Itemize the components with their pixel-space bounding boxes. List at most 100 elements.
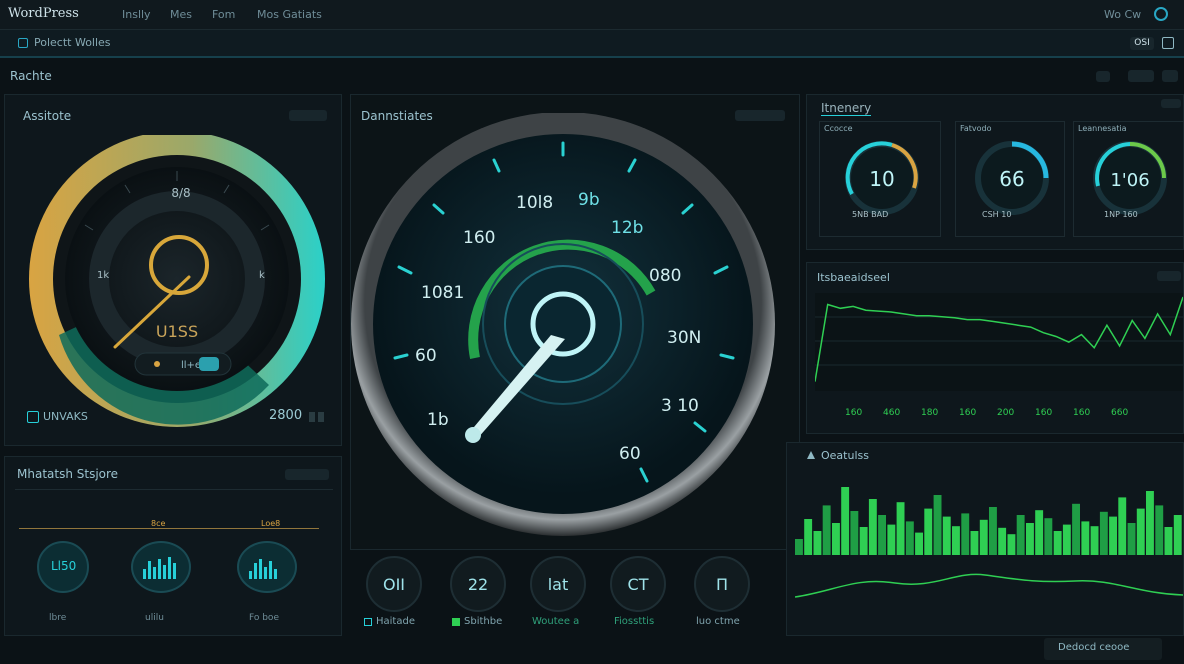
- stat-2-bars: [143, 557, 181, 579]
- speedometer-panel: Dannstiates 10l8 9b 12b 160 080 1081 30N…: [350, 94, 800, 550]
- left-gauge-panel: Assitote 8/8 1k k U1SS ll+e UNVAKS 2800: [4, 94, 342, 446]
- minimize-button[interactable]: [1096, 71, 1110, 82]
- bar-chart-bar: [915, 532, 923, 555]
- bar-chart-bar: [924, 508, 933, 555]
- bar-chart-bar: [1118, 497, 1127, 555]
- mini-gauge-3-label: Leannesatia: [1078, 124, 1127, 133]
- gold-divider: [19, 528, 319, 529]
- left-gauge-side-right: k: [259, 270, 265, 281]
- stat-2-circle[interactable]: [131, 541, 191, 593]
- mini-gauge-2-label: Fatvodo: [960, 124, 992, 133]
- app-logo[interactable]: WordPress: [8, 6, 79, 21]
- bar-chart-bar: [979, 519, 988, 555]
- stat-3-bars: [249, 557, 287, 579]
- mini-gauge-1-sub: 5NB BAD: [852, 210, 889, 219]
- page-subtitle: Polectt Wolles: [34, 36, 111, 49]
- bottom-button-3-caption: Woutee a: [532, 616, 580, 627]
- stat-2-sub-label: ulilu: [145, 613, 164, 623]
- bar-chart-bar: [942, 516, 951, 555]
- left-gauge-badge: ll+e: [181, 360, 201, 371]
- stat-1-circle[interactable]: Ll50: [37, 541, 89, 593]
- nav-item-4[interactable]: Mos Gatiats: [257, 8, 322, 21]
- mini-gauge-2-sub: CSH 10: [982, 210, 1012, 219]
- bar-chart-bar: [868, 499, 877, 555]
- section-title: Rachte: [10, 69, 52, 83]
- bar-chart-bar: [1053, 531, 1062, 555]
- speedometer-gauge: 10l8 9b 12b 160 080 1081 30N 60 3 10 1b …: [351, 113, 775, 536]
- stat-3-circle[interactable]: [237, 541, 297, 593]
- user-label[interactable]: Wo Cw: [1104, 8, 1141, 21]
- line-chart-x-label: 660: [1111, 408, 1128, 418]
- bar-chart-bar: [1155, 505, 1164, 555]
- bottom-button-row: OII 22 lat CT П Haitade Sbithbe Woutee a…: [356, 554, 776, 636]
- stat-1-sub-label: lbre: [49, 613, 67, 623]
- line-chart-title: Itsbaeaidseel: [817, 271, 890, 284]
- mini-gauges-title: Itnenery: [821, 101, 872, 116]
- mini-gauge-3-sub: 1NP 160: [1104, 210, 1138, 219]
- bottom-button-2[interactable]: 22: [450, 556, 506, 612]
- bar-chart-bar: [795, 539, 803, 555]
- bottom-button-4-label: CT: [627, 575, 649, 594]
- tick-label-9: 1b: [427, 410, 449, 430]
- bar-chart-bar: [1062, 524, 1071, 555]
- bottom-button-5[interactable]: П: [694, 556, 750, 612]
- bar-chart-bar: [859, 527, 868, 555]
- bar-chart-bar: [1026, 523, 1034, 555]
- bar-chart-bar: [1007, 534, 1016, 555]
- bar-chart-bar: [1173, 515, 1182, 555]
- bar-chart-bar: [1090, 526, 1099, 555]
- stats-menu-button[interactable]: [285, 469, 329, 480]
- bar-chart-bar: [905, 521, 914, 555]
- nav-item-2[interactable]: Mes: [170, 8, 192, 21]
- bar-chart-icon: [807, 451, 815, 459]
- close-button[interactable]: [1162, 70, 1178, 82]
- mini-gauge-3-value: 1'06: [1110, 170, 1149, 191]
- bar-chart-bar: [804, 519, 813, 555]
- line-chart-menu-button[interactable]: [1157, 271, 1181, 281]
- bar-chart: [795, 487, 1183, 598]
- mini-gauge-3: Leannesatia 1'06 1NP 160: [1073, 121, 1184, 237]
- bottom-button-2-label: 22: [467, 575, 489, 594]
- settings-button[interactable]: OSI: [1130, 37, 1154, 50]
- bar-chart-bar: [1016, 515, 1025, 555]
- mini-gauge-1-dial: 10: [845, 141, 919, 215]
- left-gauge-menu-button[interactable]: [289, 110, 327, 121]
- footer-status[interactable]: Dedocd ceooe: [1044, 638, 1162, 660]
- bar-chart-bar: [1035, 510, 1044, 555]
- bottom-button-3[interactable]: lat: [530, 556, 586, 612]
- bar-chart-bar: [832, 523, 840, 555]
- window-icon[interactable]: [1162, 37, 1174, 49]
- bar-chart-trend-line: [795, 573, 1183, 598]
- caption-icon: [364, 618, 372, 626]
- mini-gauges-menu-button[interactable]: [1161, 99, 1181, 108]
- bar-chart-bar: [1072, 503, 1080, 555]
- mini-gauge-2-value: 66: [999, 167, 1024, 191]
- left-gauge-footer-value: 2800: [269, 408, 303, 423]
- bottom-button-4[interactable]: CT: [610, 556, 666, 612]
- mini-gauge-1-label: Ccocce: [824, 124, 853, 133]
- bottom-button-1-caption: Haitade: [376, 616, 415, 627]
- bottom-button-5-label: П: [715, 575, 729, 594]
- nav-item-1[interactable]: Inslly: [122, 8, 151, 21]
- stats-panel: Mhatatsh Stsjore 8ce Loe8 Ll50 lbre ulil…: [4, 456, 342, 636]
- stats-title: Mhatatsh Stsjore: [17, 467, 119, 481]
- tick-label-2: 12b: [611, 218, 643, 238]
- bottom-button-5-caption: luo ctme: [696, 616, 740, 627]
- nav-item-3[interactable]: Fom: [212, 8, 235, 21]
- bar-chart-bar: [822, 505, 831, 555]
- line-chart-x-label: 460: [883, 408, 900, 418]
- footer-status-label: Dedocd ceooe: [1058, 642, 1130, 653]
- caption-dot-icon: [452, 618, 460, 626]
- bottom-button-1[interactable]: OII: [366, 556, 422, 612]
- line-chart: 160 460 180 160 200 160 160 660: [815, 293, 1183, 418]
- toggle-button[interactable]: [1128, 70, 1154, 82]
- bar-chart-bar: [961, 513, 970, 555]
- refresh-icon[interactable]: [1154, 7, 1168, 21]
- info-icon: [27, 411, 39, 423]
- line-chart-panel: Itsbaeaidseel 160 460 180 160 200 160 160 660: [806, 262, 1184, 434]
- bar-chart-bar: [970, 531, 979, 555]
- stat-1-label: Ll50: [51, 559, 77, 573]
- left-gauge-side-left: 1k: [97, 270, 109, 281]
- bar-chart-bar: [887, 524, 896, 555]
- line-chart-x-label: 200: [997, 408, 1014, 418]
